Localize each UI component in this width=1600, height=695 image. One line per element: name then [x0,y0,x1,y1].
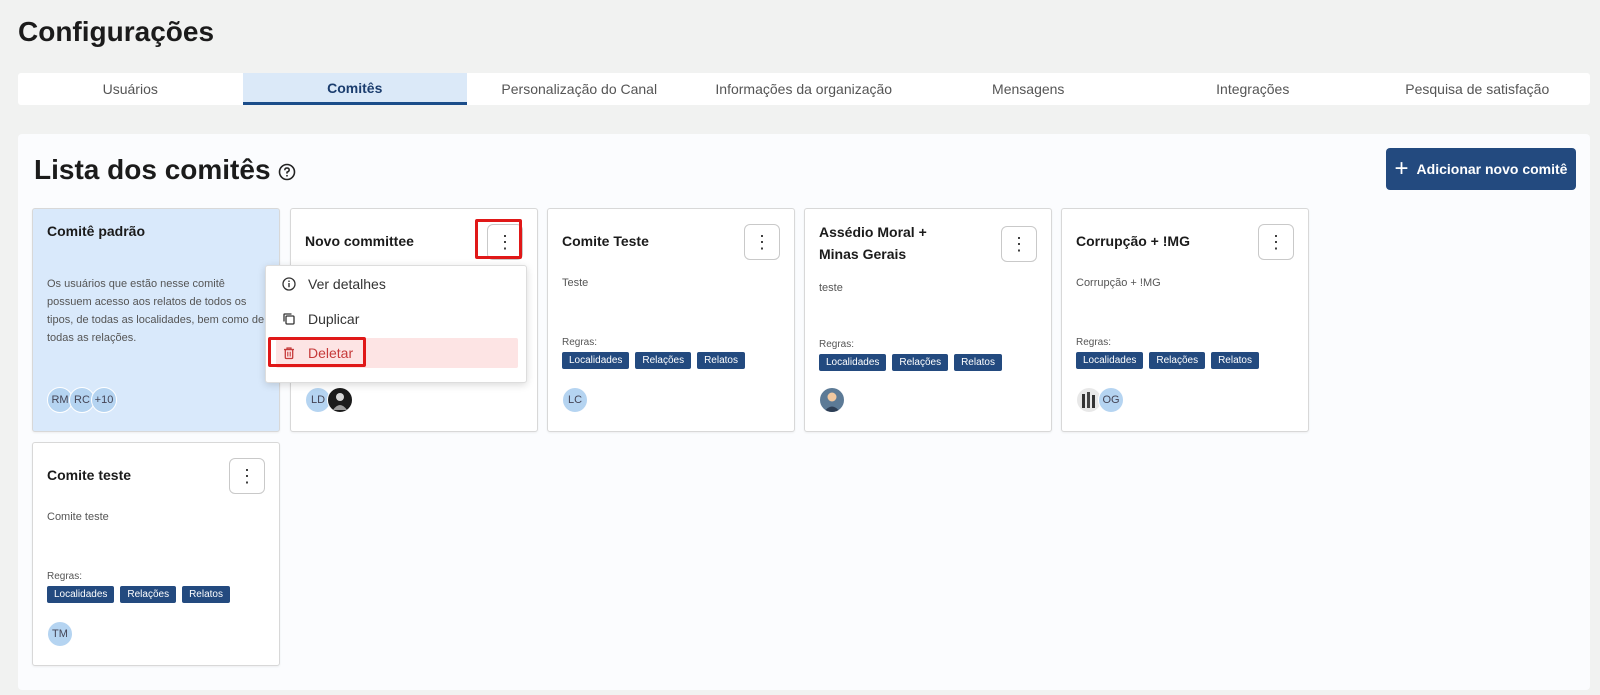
rule-chip-relacoes: Relações [1149,352,1206,369]
committee-title: Comitê padrão [47,223,146,239]
committee-description: Os usuários que estão nesse comitê possu… [47,278,265,344]
menu-item-view-details[interactable]: Ver detalhes [276,269,518,299]
menu-item-delete[interactable]: Deletar [276,338,518,368]
rule-chip-relatos: Relatos [954,354,1002,371]
menu-item-label: Deletar [308,345,354,361]
more-options-button[interactable]: ⋮ [229,458,265,494]
member-avatars: OG [1076,387,1124,413]
rule-chip-relatos: Relatos [1211,352,1259,369]
rule-chips: Localidades Relações Relatos [562,352,745,369]
rule-chips: Localidades Relações Relatos [47,586,230,603]
menu-item-label: Ver detalhes [308,276,386,292]
member-avatars: LC [562,387,588,413]
committee-card[interactable]: Comitê padrão Os usuários que estão ness… [32,208,280,432]
committee-card[interactable]: Corrupção + !MG ⋮ Corrupção + !MG Regras… [1061,208,1309,432]
committee-card[interactable]: Assédio Moral + Minas Gerais ⋮ teste Reg… [804,208,1052,432]
rule-chip-relacoes: Relações [120,586,177,603]
settings-tabs: Usuários Comitês Personalização do Canal… [18,73,1590,105]
plus-icon: + [1394,155,1409,182]
rules-label: Regras: [819,339,855,350]
page-title: Configurações [18,16,215,47]
rule-chip-relacoes: Relações [892,354,949,371]
add-committee-button[interactable]: + Adicionar novo comitê [1386,148,1576,190]
committee-title: Corrupção + !MG [1076,233,1190,249]
committee-card[interactable]: Comite Teste ⋮ Teste Regras: Localidades… [547,208,795,432]
rule-chip-localidades: Localidades [47,586,115,603]
rule-chip-relatos: Relatos [182,586,230,603]
committee-options-menu: Ver detalhes Duplicar Deletar [265,265,527,383]
rules-label: Regras: [1076,337,1112,348]
committee-title: Assédio Moral + Minas Gerais [819,224,927,262]
avatar: TM [47,621,73,647]
trash-icon [284,347,294,360]
avatar-photo [819,387,845,413]
kebab-icon: ⋮ [1010,233,1028,254]
member-avatars: LD [305,387,353,413]
kebab-icon: ⋮ [1267,231,1285,252]
member-avatars: RM RC +10 [47,387,117,413]
more-options-button[interactable]: ⋮ [1001,226,1037,262]
tab-informacoes-organizacao[interactable]: Informações da organização [692,73,917,105]
tab-integracoes[interactable]: Integrações [1141,73,1366,105]
rules-label: Regras: [562,337,598,348]
tab-comites[interactable]: Comitês [242,73,467,105]
rule-chip-relatos: Relatos [697,352,745,369]
committee-description: teste [819,282,843,294]
committee-description: Corrupção + !MG [1076,277,1161,289]
tab-pesquisa-satisfacao[interactable]: Pesquisa de satisfação [1365,73,1590,105]
rule-chip-localidades: Localidades [562,352,630,369]
list-title: Lista dos comitês [34,154,271,185]
info-icon [282,277,296,291]
rule-chips: Localidades Relações Relatos [1076,352,1259,369]
more-options-button[interactable]: ⋮ [1258,224,1294,260]
menu-item-label: Duplicar [308,311,360,327]
tab-usuarios[interactable]: Usuários [18,73,243,105]
committee-description: Teste [562,277,589,289]
committee-description: Comite teste [47,511,109,523]
rules-label: Regras: [47,571,83,582]
member-avatars [819,387,845,413]
copy-icon [283,313,295,325]
committee-title: Novo committee [305,233,414,249]
tab-personalizacao-canal[interactable]: Personalização do Canal [467,73,692,105]
rule-chip-relacoes: Relações [635,352,692,369]
tab-mensagens[interactable]: Mensagens [916,73,1141,105]
add-committee-label: Adicionar novo comitê [1416,161,1568,177]
avatar-photo [327,387,353,413]
menu-item-duplicate[interactable]: Duplicar [276,304,518,334]
rule-chip-localidades: Localidades [1076,352,1144,369]
avatar-more-count: +10 [91,387,117,413]
more-options-button[interactable]: ⋮ [487,224,523,260]
more-options-button[interactable]: ⋮ [744,224,780,260]
rule-chip-localidades: Localidades [819,354,887,371]
committee-title: Comite teste [47,467,132,483]
rule-chips: Localidades Relações Relatos [819,354,1002,371]
committee-title: Comite Teste [562,233,649,249]
kebab-icon: ⋮ [496,231,514,252]
member-avatars: TM [47,621,73,647]
kebab-icon: ⋮ [753,231,771,252]
avatar: LC [562,387,588,413]
committee-card[interactable]: Comite teste ⋮ Comite teste Regras: Loca… [32,442,280,666]
kebab-icon: ⋮ [238,465,256,486]
avatar: OG [1098,387,1124,413]
help-icon[interactable] [278,163,296,181]
